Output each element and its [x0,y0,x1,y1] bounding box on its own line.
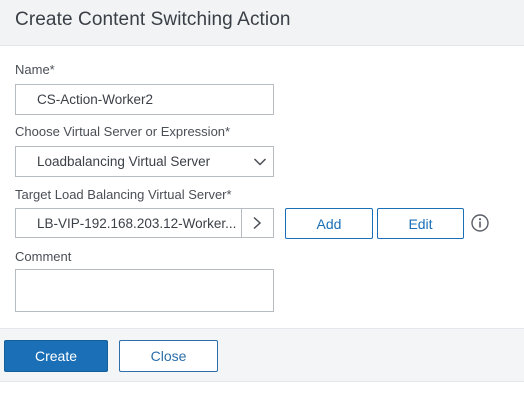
add-button[interactable]: Add [285,208,373,239]
info-icon[interactable] [470,213,490,233]
target-label: Target Load Balancing Virtual Server* [15,187,232,202]
target-browse-button[interactable] [241,209,273,237]
choose-select[interactable]: Loadbalancing Virtual Server [15,146,274,177]
create-button[interactable]: Create [4,340,108,372]
choose-label: Choose Virtual Server or Expression* [15,124,231,139]
name-input-value: CS-Action-Worker2 [37,92,154,107]
edit-button[interactable]: Edit [377,208,464,239]
comment-textarea[interactable] [15,269,274,312]
chevron-down-icon [253,158,267,166]
name-input[interactable]: CS-Action-Worker2 [15,84,274,115]
target-select[interactable]: LB-VIP-192.168.203.12-Worker... [15,208,274,238]
dialog-title: Create Content Switching Action [15,9,291,30]
chevron-right-icon [253,216,262,230]
close-button[interactable]: Close [119,340,218,372]
dialog-header: Create Content Switching Action [0,0,524,46]
comment-label: Comment [15,249,72,264]
name-label: Name* [15,62,55,77]
choose-select-value: Loadbalancing Virtual Server [37,154,211,169]
dialog-footer: Create Close [0,328,524,382]
target-select-value: LB-VIP-192.168.203.12-Worker... [37,216,237,231]
